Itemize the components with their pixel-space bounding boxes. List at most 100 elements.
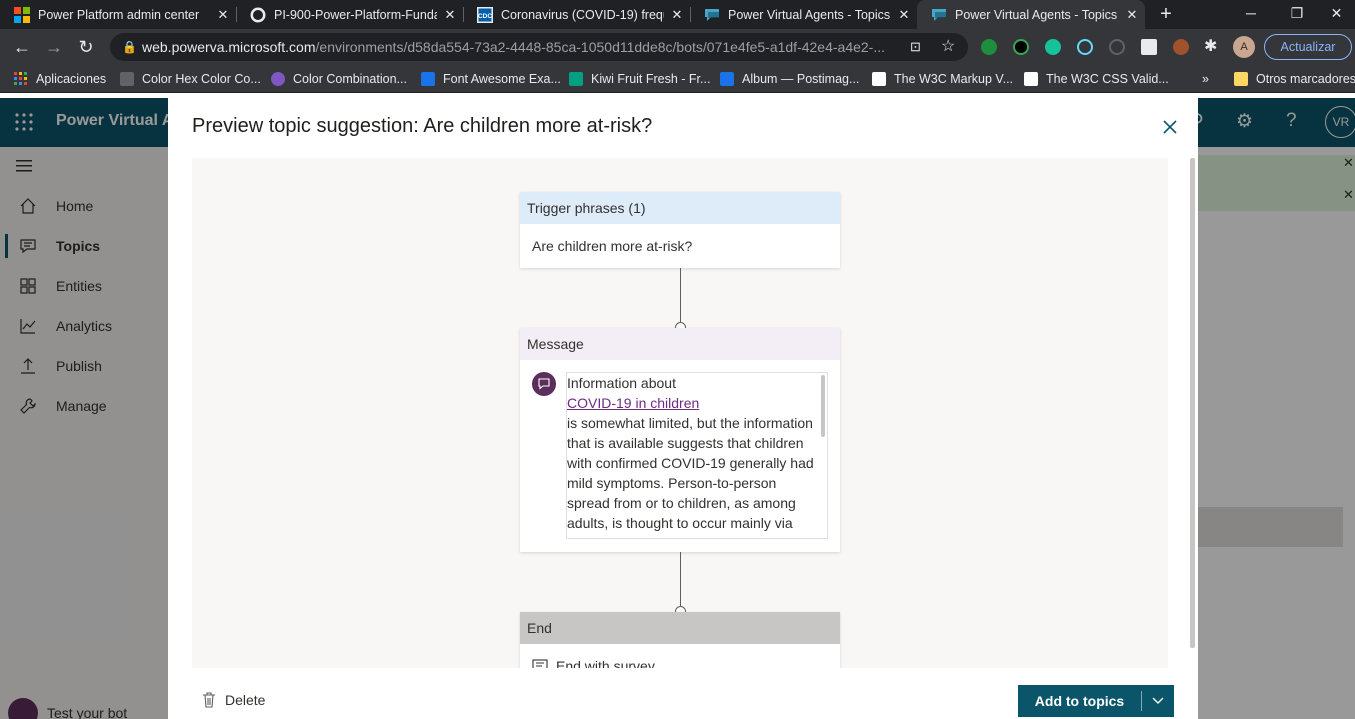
- dialog-title: Preview topic suggestion: Are children m…: [192, 115, 653, 137]
- react-devtools-icon[interactable]: [1077, 39, 1093, 55]
- bookmark-item[interactable]: Kiwi Fruit Fresh - Fr...: [569, 65, 710, 93]
- browser-toolbar: ← → ↻ 🔒 web.powerva.microsoft.com/enviro…: [0, 29, 1355, 65]
- bookmark-label: Album — Postimag...: [742, 72, 860, 86]
- bookmark-item[interactable]: Album — Postimag...: [720, 65, 859, 93]
- power-virtual-agents-icon: [931, 7, 947, 23]
- message-scrollbar[interactable]: [821, 375, 825, 437]
- bookmark-label: The W3C CSS Valid...: [1046, 72, 1169, 86]
- color-hex-icon: [120, 72, 134, 86]
- new-tab-button[interactable]: +: [1155, 3, 1177, 25]
- back-arrow-icon[interactable]: ←: [9, 34, 35, 60]
- android-extension-icon[interactable]: [1013, 39, 1029, 55]
- trigger-card-heading: Trigger phrases (1): [520, 192, 840, 224]
- address-bar[interactable]: 🔒 web.powerva.microsoft.com/environments…: [110, 33, 968, 61]
- bookmark-item[interactable]: Color Combination...: [271, 65, 407, 93]
- w3c-icon: [872, 72, 886, 86]
- coffee-extension-icon[interactable]: [1173, 39, 1189, 55]
- bookmark-item[interactable]: Font Awesome Exa...: [421, 65, 561, 93]
- other-bookmarks-folder[interactable]: Otros marcadores: [1234, 65, 1355, 93]
- bookmark-item[interactable]: The W3C Markup V...: [872, 65, 1013, 93]
- browser-tab-strip: Power Platform admin center ✕ PI-900-Pow…: [0, 0, 1355, 29]
- message-text-after: is somewhat limited, but the information…: [567, 415, 814, 538]
- bookmark-item[interactable]: Aplicaciones: [14, 65, 106, 93]
- minimize-window-button[interactable]: ─: [1228, 0, 1274, 29]
- bookmark-item[interactable]: The W3C CSS Valid...: [1024, 65, 1169, 93]
- check-extension-icon[interactable]: [981, 39, 997, 55]
- close-window-button[interactable]: ✕: [1318, 0, 1355, 29]
- more-bookmarks-button[interactable]: »: [1202, 65, 1209, 93]
- flow-connector: [680, 552, 681, 612]
- bookmark-label: Color Combination...: [293, 72, 407, 86]
- grammarly-extension-icon[interactable]: [1045, 39, 1061, 55]
- pexels-icon: [569, 72, 583, 86]
- topic-flow-canvas[interactable]: Trigger phrases (1) Are children more at…: [192, 158, 1168, 668]
- message-card[interactable]: Message Information about COVID-19 in ch…: [520, 328, 840, 552]
- add-to-topics-button[interactable]: Add to topics: [1018, 685, 1174, 717]
- close-tab-icon[interactable]: ✕: [891, 7, 917, 23]
- bookmark-label: Aplicaciones: [36, 72, 107, 86]
- url-path: /environments/d58da554-73a2-4448-85ca-10…: [315, 39, 886, 55]
- w3c-css-icon: [1024, 72, 1038, 86]
- bookmark-label: The W3C Markup V...: [894, 72, 1014, 86]
- lock-icon[interactable]: 🔒: [122, 33, 137, 61]
- reload-icon[interactable]: ↻: [73, 34, 99, 60]
- tab-title: Power Platform admin center: [38, 7, 200, 22]
- dialog-scrollbar[interactable]: [1190, 158, 1195, 648]
- browser-tab[interactable]: Power Virtual Agents - Topics ✕: [690, 0, 917, 29]
- end-card[interactable]: End End with survey: [520, 612, 840, 668]
- forward-arrow-icon[interactable]: →: [41, 34, 67, 60]
- close-tab-icon[interactable]: ✕: [437, 7, 463, 23]
- bookmark-label: Color Hex Color Co...: [142, 72, 261, 86]
- puzzle-extensions-icon[interactable]: ✱: [1204, 36, 1217, 56]
- windows-logo-icon: [14, 6, 30, 23]
- covid-children-link[interactable]: COVID-19 in children: [567, 395, 699, 411]
- tab-title: PI-900-Power-Platform-Fundam: [274, 7, 437, 22]
- folder-icon: [1234, 72, 1248, 86]
- color-combination-icon: [271, 72, 285, 86]
- trash-icon: [202, 692, 216, 708]
- close-dialog-icon[interactable]: [1161, 118, 1179, 136]
- end-action-label: End with survey: [556, 658, 655, 668]
- translate-icon[interactable]: ⊡: [910, 33, 921, 61]
- font-awesome-icon: [421, 72, 435, 86]
- bookmark-item[interactable]: Color Hex Color Co...: [120, 65, 261, 93]
- survey-icon: [532, 659, 548, 668]
- power-virtual-agents-icon: [704, 7, 720, 23]
- postimages-icon: [720, 72, 734, 86]
- bookmark-star-icon[interactable]: ☆: [941, 33, 955, 61]
- add-to-topics-label: Add to topics: [1034, 693, 1125, 709]
- tab-title: Power Virtual Agents - Topics: [955, 7, 1118, 22]
- message-text-editor[interactable]: Information about COVID-19 in children i…: [566, 372, 828, 539]
- apps-grid-icon: [14, 72, 28, 86]
- restore-window-button[interactable]: ❐: [1274, 0, 1320, 29]
- message-text-before: Information about: [567, 375, 676, 391]
- cdc-icon: CDC: [477, 6, 493, 23]
- color-extension-icon[interactable]: [1141, 39, 1157, 55]
- url-host: web.powerva.microsoft.com: [142, 39, 316, 55]
- close-tab-icon[interactable]: ✕: [1119, 7, 1145, 23]
- tab-title: Coronavirus (COVID-19) freque: [501, 7, 664, 22]
- browser-tab-active[interactable]: Power Virtual Agents - Topics ✕: [917, 0, 1145, 29]
- preview-topic-dialog: Preview topic suggestion: Are children m…: [168, 98, 1198, 719]
- github-icon: [250, 7, 266, 23]
- close-tab-icon[interactable]: ✕: [664, 7, 690, 23]
- bookmark-label: Kiwi Fruit Fresh - Fr...: [591, 72, 711, 86]
- browser-tab[interactable]: PI-900-Power-Platform-Fundam ✕: [236, 0, 463, 29]
- update-chrome-button[interactable]: Actualizar: [1264, 34, 1352, 60]
- chevron-down-icon[interactable]: [1142, 697, 1174, 705]
- bookmarks-bar: Aplicaciones Color Hex Color Co... Color…: [0, 65, 1355, 93]
- extension-icon[interactable]: [1109, 39, 1125, 55]
- bookmark-label: Font Awesome Exa...: [443, 72, 561, 86]
- browser-tab[interactable]: CDC Coronavirus (COVID-19) freque ✕: [463, 0, 690, 29]
- message-bubble-icon: [532, 372, 556, 396]
- end-action: End with survey: [532, 658, 655, 668]
- trigger-phrases-card[interactable]: Trigger phrases (1) Are children more at…: [520, 192, 840, 268]
- close-tab-icon[interactable]: ✕: [210, 7, 236, 23]
- profile-avatar[interactable]: A: [1233, 36, 1255, 58]
- message-card-heading: Message: [520, 328, 840, 360]
- svg-text:CDC: CDC: [478, 13, 492, 20]
- trigger-phrase: Are children more at-risk?: [532, 238, 693, 254]
- delete-button[interactable]: Delete: [202, 690, 265, 710]
- browser-tab[interactable]: Power Platform admin center ✕: [0, 0, 236, 29]
- end-card-heading: End: [520, 612, 840, 644]
